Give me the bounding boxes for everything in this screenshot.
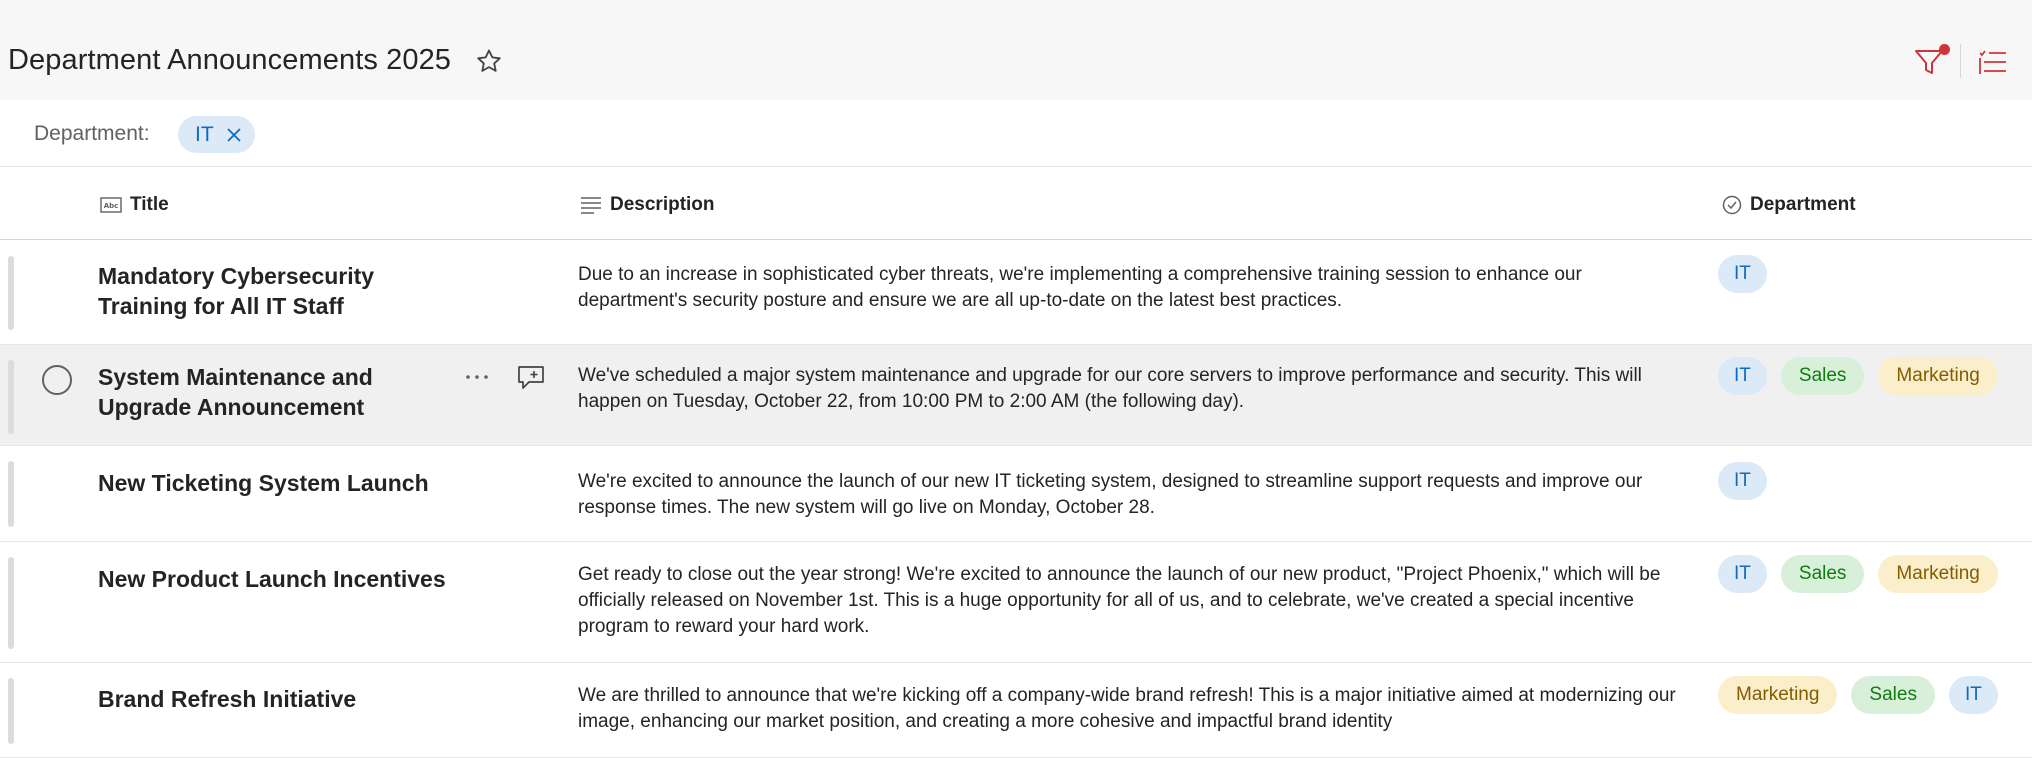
department-tag: IT	[1718, 462, 1767, 500]
department-tag: Marketing	[1718, 676, 1838, 714]
department-tag: Sales	[1851, 676, 1935, 714]
column-header-department[interactable]: Department	[1722, 192, 1856, 218]
row-indicator	[8, 678, 14, 744]
row-title[interactable]: System Maintenance and Upgrade Announcem…	[98, 362, 418, 422]
header-divider	[1960, 44, 1961, 78]
row-description: We are thrilled to announce that we're k…	[578, 685, 1676, 732]
row-title[interactable]: New Ticketing System Launch	[98, 468, 458, 498]
svg-text:Abc: Abc	[104, 202, 119, 210]
department-tag: Marketing	[1878, 555, 1998, 593]
choice-check-icon	[1722, 195, 1742, 215]
list-view-icon[interactable]	[1976, 44, 2010, 80]
text-field-icon: Abc	[100, 197, 122, 213]
row-title[interactable]: Brand Refresh Initiative	[98, 684, 458, 714]
row-indicator	[8, 360, 14, 434]
filter-chip-it[interactable]: IT	[178, 116, 255, 153]
department-tag: IT	[1718, 255, 1767, 293]
row-select-checkbox[interactable]	[42, 365, 72, 395]
add-comment-icon[interactable]	[516, 362, 546, 392]
row-indicator	[8, 557, 14, 649]
table-row[interactable]: Mandatory Cybersecurity Training for All…	[0, 241, 2032, 345]
row-indicator	[8, 256, 14, 330]
table-row[interactable]: New Product Launch Incentives Get ready …	[0, 542, 2032, 663]
department-tag: Marketing	[1878, 357, 1998, 395]
row-tags: Marketing Sales IT	[1718, 676, 1998, 714]
row-tags: IT	[1718, 255, 1767, 293]
department-tag: IT	[1948, 676, 1998, 714]
column-header-title[interactable]: Abc Title	[100, 192, 169, 218]
row-title[interactable]: Mandatory Cybersecurity Training for All…	[98, 261, 418, 321]
department-tag: Sales	[1780, 357, 1865, 395]
more-options-icon[interactable]	[462, 362, 492, 392]
column-header-title-label: Title	[130, 194, 169, 215]
row-description: We've scheduled a major system maintenan…	[578, 365, 1642, 412]
row-title[interactable]: New Product Launch Incentives	[98, 564, 458, 594]
page-header: Department Announcements 2025	[0, 0, 2032, 100]
row-description: We're excited to announce the launch of …	[578, 471, 1643, 518]
row-description: Due to an increase in sophisticated cybe…	[578, 264, 1582, 311]
department-tag: IT	[1718, 357, 1767, 395]
page-title: Department Announcements 2025	[8, 44, 452, 76]
multiline-text-icon	[581, 197, 601, 214]
filter-chip-label: IT	[195, 123, 214, 146]
filter-bar: Department: IT	[0, 100, 2032, 167]
row-tags: IT	[1718, 462, 1767, 500]
column-header-department-label: Department	[1750, 194, 1856, 215]
table-row[interactable]: System Maintenance and Upgrade Announcem…	[0, 345, 2032, 446]
row-indicator	[8, 461, 14, 527]
table-row[interactable]: Brand Refresh Initiative We are thrilled…	[0, 663, 2032, 758]
table-row[interactable]: New Ticketing System Launch We're excite…	[0, 446, 2032, 542]
star-icon[interactable]	[474, 47, 504, 77]
department-tag: IT	[1718, 555, 1767, 593]
column-header-description-label: Description	[610, 194, 715, 215]
column-header-description[interactable]: Description	[580, 192, 715, 218]
filter-active-indicator	[1939, 44, 1950, 55]
row-tags: IT Sales Marketing	[1718, 555, 1998, 593]
department-tag: Sales	[1780, 555, 1865, 593]
filter-label: Department:	[34, 122, 150, 145]
row-tags: IT Sales Marketing	[1718, 357, 1998, 395]
row-description: Get ready to close out the year strong! …	[578, 564, 1661, 637]
close-icon[interactable]	[224, 125, 244, 145]
column-header-row: Abc Title Description Department	[0, 168, 2032, 240]
